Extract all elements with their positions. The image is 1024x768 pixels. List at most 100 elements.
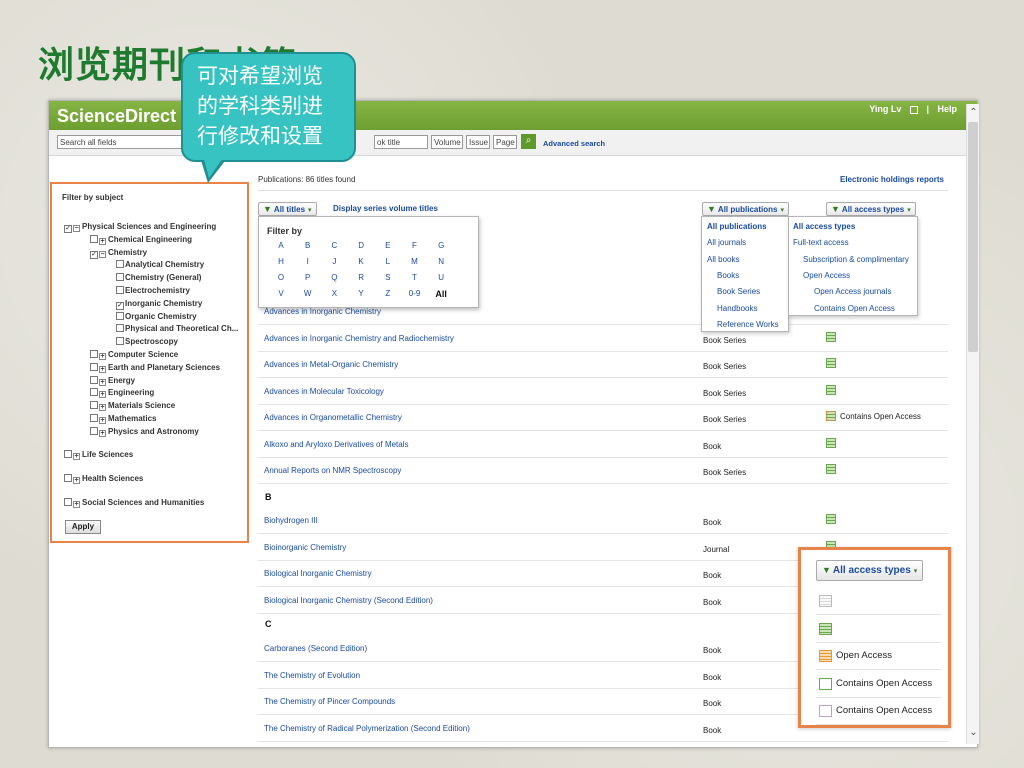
all-publications-filter-button[interactable]: ▼ All publications ▾ bbox=[702, 202, 789, 216]
expand-icon[interactable]: + bbox=[99, 365, 106, 373]
volume-input[interactable]: Volume bbox=[431, 135, 463, 149]
publication-title-link[interactable]: Biological Inorganic Chemistry (Second E… bbox=[264, 596, 433, 605]
filter-letter-r[interactable]: R bbox=[349, 273, 373, 282]
checkbox[interactable] bbox=[90, 350, 98, 358]
subject-tree-item[interactable]: ✓ − Chemistry bbox=[90, 248, 147, 259]
filter-letter-i[interactable]: I bbox=[296, 257, 320, 266]
publication-title-link[interactable]: Biological Inorganic Chemistry bbox=[264, 569, 372, 578]
publication-title-link[interactable]: Advances in Inorganic Chemistry and Radi… bbox=[264, 334, 454, 343]
checkbox[interactable] bbox=[90, 362, 98, 371]
publication-title-link[interactable]: The Chemistry of Radical Polymerization … bbox=[264, 724, 470, 733]
publications-option[interactable]: Books bbox=[717, 271, 739, 280]
filter-letter-n[interactable]: N bbox=[429, 257, 453, 266]
expand-icon[interactable]: + bbox=[99, 378, 106, 386]
search-all-fields-input[interactable]: Search all fields bbox=[57, 135, 187, 149]
collapse-icon[interactable]: − bbox=[73, 225, 80, 232]
publication-title-link[interactable]: The Chemistry of Evolution bbox=[264, 671, 360, 680]
access-type-option[interactable]: Contains Open Access bbox=[814, 304, 895, 313]
search-button[interactable]: ⌕ bbox=[521, 134, 536, 149]
help-link[interactable]: Help bbox=[937, 104, 957, 114]
all-access-types-filter-button[interactable]: ▼ All access types ▾ bbox=[826, 202, 916, 216]
publications-option[interactable]: Handbooks bbox=[717, 304, 757, 313]
subject-tree-item[interactable]: + Physics and Astronomy bbox=[90, 426, 199, 438]
display-series-link[interactable]: Display series volume titles bbox=[333, 204, 438, 213]
scroll-thumb[interactable] bbox=[968, 122, 978, 352]
filter-letter-u[interactable]: U bbox=[429, 273, 453, 282]
access-type-option[interactable]: Open Access bbox=[803, 271, 850, 280]
subject-tree-item[interactable]: Organic Chemistry bbox=[116, 311, 197, 323]
filter-letter-z[interactable]: Z bbox=[376, 289, 400, 298]
checkbox[interactable] bbox=[116, 324, 124, 333]
filter-letter-p[interactable]: P bbox=[296, 273, 320, 282]
publication-title-link[interactable]: Advances in Inorganic Chemistry bbox=[264, 307, 381, 316]
scroll-down-icon[interactable]: ⌄ bbox=[967, 726, 980, 740]
checkbox[interactable] bbox=[116, 337, 124, 346]
checkbox[interactable]: ✓ bbox=[116, 301, 124, 310]
expand-icon[interactable]: + bbox=[73, 453, 80, 460]
publication-title-link[interactable]: Advances in Organometallic Chemistry bbox=[264, 413, 402, 422]
publication-title-link[interactable]: Biohydrogen III bbox=[264, 516, 318, 525]
subject-tree-item[interactable]: Chemistry (General) bbox=[116, 273, 201, 284]
zoom-all-access-types-button[interactable]: ▼ All access types ▾ bbox=[816, 560, 924, 581]
publication-title-link[interactable]: Carboranes (Second Edition) bbox=[264, 644, 367, 653]
expand-icon[interactable]: + bbox=[73, 477, 80, 484]
filter-letter-k[interactable]: K bbox=[349, 257, 373, 266]
publications-option[interactable]: All books bbox=[707, 255, 739, 264]
book-title-input[interactable]: ok title bbox=[374, 135, 428, 149]
all-titles-filter-button[interactable]: ▼ All titles ▾ bbox=[258, 202, 317, 216]
subject-tree-item[interactable]: + Engineering bbox=[90, 388, 154, 399]
subject-group-item[interactable]: + Life Sciences bbox=[64, 450, 133, 461]
filter-letter-q[interactable]: Q bbox=[322, 273, 346, 282]
checkbox[interactable]: ✓ bbox=[64, 225, 72, 233]
checkbox[interactable] bbox=[64, 474, 72, 482]
filter-letter-c[interactable]: C bbox=[322, 241, 346, 250]
filter-letter-f[interactable]: F bbox=[403, 241, 427, 250]
filter-letter-all[interactable]: All bbox=[429, 289, 453, 299]
filter-letter-b[interactable]: B bbox=[296, 241, 320, 250]
publication-title-link[interactable]: The Chemistry of Pincer Compounds bbox=[264, 697, 395, 706]
checkbox[interactable]: ✓ bbox=[90, 250, 98, 259]
subject-tree-item[interactable]: Analytical Chemistry bbox=[116, 260, 204, 271]
publications-option[interactable]: Book Series bbox=[717, 287, 760, 296]
expand-icon[interactable]: + bbox=[73, 501, 80, 508]
checkbox[interactable] bbox=[116, 286, 124, 294]
filter-letter-l[interactable]: L bbox=[376, 257, 400, 266]
checkbox[interactable] bbox=[116, 273, 124, 282]
scrollbar[interactable]: ⌃ ⌄ bbox=[966, 104, 979, 744]
collapse-icon[interactable]: − bbox=[99, 250, 106, 258]
expand-icon[interactable]: + bbox=[99, 237, 106, 245]
filter-letter-e[interactable]: E bbox=[376, 241, 400, 250]
filter-letter-h[interactable]: H bbox=[269, 257, 293, 266]
subject-tree-item[interactable]: + Materials Science bbox=[90, 401, 175, 412]
issue-input[interactable]: Issue bbox=[466, 135, 490, 149]
filter-letter-d[interactable]: D bbox=[349, 241, 373, 250]
access-type-option[interactable]: Open Access journals bbox=[814, 287, 891, 296]
publication-title-link[interactable]: Bioinorganic Chemistry bbox=[264, 543, 346, 552]
expand-icon[interactable]: + bbox=[99, 404, 106, 412]
subject-group-item[interactable]: + Health Sciences bbox=[64, 474, 143, 485]
apply-button[interactable]: Apply bbox=[65, 520, 101, 534]
user-menu-icon[interactable] bbox=[909, 105, 918, 114]
filter-letter-j[interactable]: J bbox=[322, 257, 346, 266]
checkbox[interactable] bbox=[116, 311, 124, 320]
checkbox[interactable] bbox=[64, 450, 72, 458]
filter-letter-x[interactable]: X bbox=[322, 289, 346, 298]
publications-option[interactable]: Reference Works bbox=[717, 320, 779, 329]
checkbox[interactable] bbox=[90, 414, 98, 422]
checkbox[interactable] bbox=[90, 388, 98, 397]
subject-tree-item[interactable]: ✓ Inorganic Chemistry bbox=[116, 299, 202, 310]
expand-icon[interactable]: + bbox=[99, 391, 106, 399]
subject-tree-item[interactable]: + Earth and Planetary Sciences bbox=[90, 362, 220, 374]
filter-letter-w[interactable]: W bbox=[296, 289, 320, 298]
advanced-search-link[interactable]: Advanced search bbox=[543, 139, 605, 148]
filter-letter-s[interactable]: S bbox=[376, 273, 400, 282]
subject-tree-item[interactable]: + Mathematics bbox=[90, 414, 156, 425]
expand-icon[interactable]: + bbox=[99, 429, 106, 437]
page-input[interactable]: Page bbox=[493, 135, 517, 149]
filter-letter-v[interactable]: V bbox=[269, 289, 293, 298]
subject-tree-item[interactable]: Electrochemistry bbox=[116, 286, 190, 297]
filter-letter-o[interactable]: O bbox=[269, 273, 293, 282]
checkbox[interactable] bbox=[90, 426, 98, 435]
access-type-option[interactable]: Full-text access bbox=[793, 238, 849, 247]
filter-letter-t[interactable]: T bbox=[403, 273, 427, 282]
